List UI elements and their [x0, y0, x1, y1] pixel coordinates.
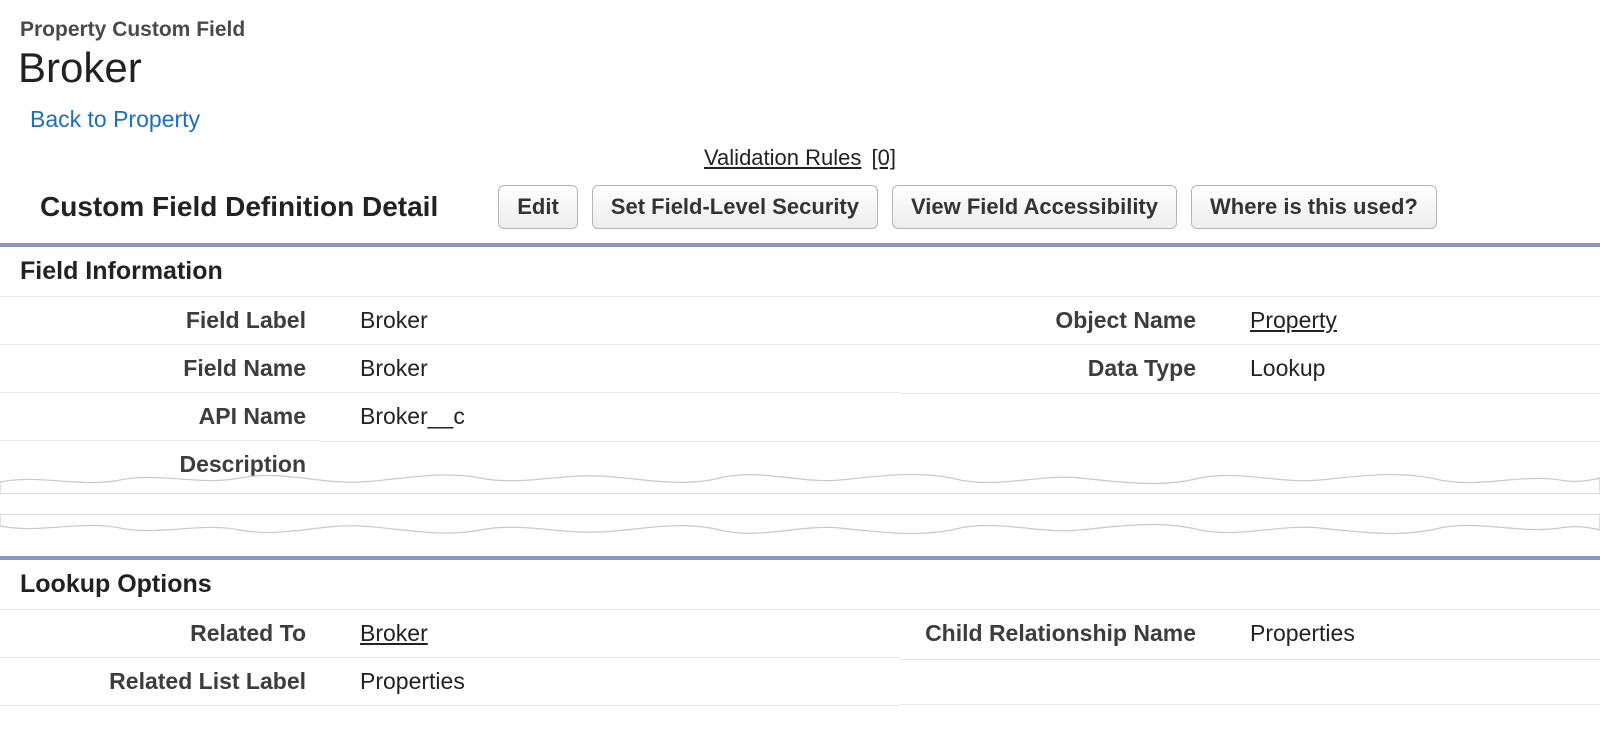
empty-cell — [900, 393, 1210, 439]
empty-cell — [1210, 659, 1600, 705]
related-to-link[interactable]: Broker — [360, 620, 428, 647]
empty-cell — [1210, 393, 1600, 439]
edit-button[interactable]: Edit — [498, 185, 578, 229]
api-name-label: API Name — [0, 392, 320, 440]
field-label-label: Field Label — [0, 296, 320, 344]
data-type-label: Data Type — [900, 344, 1210, 392]
torn-separator — [0, 446, 1600, 556]
lookup-options-grid: Related To Broker Child Relationship Nam… — [0, 609, 1600, 706]
detail-heading: Custom Field Definition Detail — [40, 191, 438, 223]
field-name-label: Field Name — [0, 344, 320, 392]
data-type-value: Lookup — [1210, 344, 1600, 392]
validation-rules-link[interactable]: Validation Rules — [704, 145, 861, 170]
child-relationship-name-label: Child Relationship Name — [900, 609, 1210, 657]
object-name-value: Property — [1210, 296, 1600, 344]
related-to-value: Broker — [320, 609, 900, 657]
object-name-link[interactable]: Property — [1250, 307, 1337, 334]
related-list-label-value: Properties — [320, 657, 900, 706]
field-label-value: Broker — [320, 296, 900, 344]
field-information-title: Field Information — [0, 247, 1600, 296]
page-title: Broker — [0, 44, 1600, 92]
back-to-property-link[interactable]: Back to Property — [0, 106, 200, 133]
api-name-value: Broker__c — [320, 392, 900, 440]
anchor-row: Validation Rules [0] — [0, 145, 1600, 171]
object-name-label: Object Name — [900, 296, 1210, 344]
where-is-this-used-button[interactable]: Where is this used? — [1191, 185, 1437, 229]
related-to-label: Related To — [0, 609, 320, 657]
button-row: Edit Set Field-Level Security View Field… — [498, 185, 1437, 229]
child-relationship-name-value: Properties — [1210, 609, 1600, 657]
lookup-options-title: Lookup Options — [0, 560, 1600, 609]
breadcrumb: Property Custom Field — [0, 18, 1600, 42]
related-list-label-label: Related List Label — [0, 657, 320, 706]
view-field-accessibility-button[interactable]: View Field Accessibility — [892, 185, 1177, 229]
field-name-value: Broker — [320, 344, 900, 392]
validation-rules-count: [0] — [872, 145, 896, 170]
empty-cell — [900, 659, 1210, 705]
set-field-level-security-button[interactable]: Set Field-Level Security — [592, 185, 878, 229]
